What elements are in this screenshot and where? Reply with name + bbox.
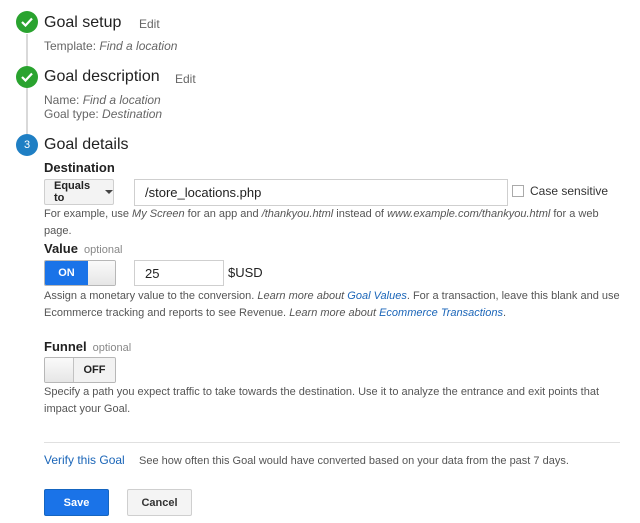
step-complete-check-icon — [16, 11, 38, 33]
help-text: Learn more about — [257, 290, 348, 302]
value-toggle-state: ON — [45, 261, 88, 285]
save-button[interactable]: Save — [44, 489, 109, 516]
help-text: for an app and — [184, 208, 262, 220]
section-divider — [44, 442, 620, 443]
toggle-knob — [45, 358, 74, 382]
help-text: . — [502, 307, 507, 319]
help-text: instead of — [333, 208, 388, 220]
goal-name-line: Name: Find a location — [44, 93, 161, 107]
match-type-value: Equals to — [54, 180, 91, 204]
template-line: Template: Find a location — [44, 39, 177, 53]
help-example: www.example.com/thankyou.html — [387, 208, 551, 220]
step-title-goal-setup: Goal setup — [44, 14, 122, 31]
help-text: Learn more about — [289, 307, 380, 319]
help-text: Assign a monetary value to the conversio… — [44, 290, 258, 302]
edit-goal-description-link[interactable]: Edit — [175, 72, 196, 86]
value-help-text: Assign a monetary value to the conversio… — [44, 288, 624, 322]
value-label: Value — [44, 241, 78, 256]
funnel-toggle[interactable]: OFF — [44, 357, 116, 383]
cancel-button[interactable]: Cancel — [127, 489, 192, 516]
goal-values-link[interactable]: Goal Values — [347, 290, 407, 302]
case-sensitive-label[interactable]: Case sensitive — [530, 184, 608, 198]
step-title-goal-details: Goal details — [44, 136, 129, 153]
case-sensitive-checkbox[interactable] — [512, 185, 524, 197]
verify-goal-link[interactable]: Verify this Goal — [44, 453, 125, 467]
step-number-badge: 3 — [16, 134, 38, 156]
goal-name-value: Find a location — [82, 93, 161, 107]
toggle-knob — [88, 261, 115, 285]
match-type-dropdown[interactable]: Equals to — [44, 179, 114, 205]
value-section-label: Value optional — [44, 241, 123, 256]
value-toggle[interactable]: ON — [44, 260, 116, 286]
goal-type-label: Goal type: — [44, 107, 99, 121]
help-example: My Screen — [132, 208, 185, 220]
value-optional-tag: optional — [83, 244, 123, 256]
edit-goal-setup-link[interactable]: Edit — [139, 17, 160, 31]
value-amount-input[interactable] — [134, 260, 224, 286]
caret-down-icon — [105, 190, 113, 194]
help-example: /thankyou.html — [261, 208, 334, 220]
funnel-section-label: Funnel optional — [44, 339, 131, 354]
funnel-label: Funnel — [44, 339, 87, 354]
destination-input[interactable] — [134, 179, 508, 206]
verify-description: See how often this Goal would have conve… — [139, 455, 569, 467]
destination-label: Destination — [44, 160, 115, 175]
funnel-toggle-state: OFF — [74, 358, 115, 382]
funnel-optional-tag: optional — [92, 342, 132, 354]
step-title-goal-description: Goal description — [44, 68, 160, 85]
goal-type-value: Destination — [102, 107, 163, 121]
goal-type-line: Goal type: Destination — [44, 107, 162, 121]
destination-help-text: For example, use My Screen for an app an… — [44, 206, 624, 240]
template-label: Template: — [44, 39, 97, 53]
step-complete-check-icon — [16, 66, 38, 88]
help-text: For example, use — [44, 208, 133, 220]
goal-name-label: Name: — [44, 93, 80, 107]
template-value: Find a location — [99, 39, 178, 53]
currency-label: $USD — [228, 265, 263, 280]
funnel-help-text: Specify a path you expect traffic to tak… — [44, 386, 600, 415]
ecommerce-transactions-link[interactable]: Ecommerce Transactions — [379, 307, 503, 319]
